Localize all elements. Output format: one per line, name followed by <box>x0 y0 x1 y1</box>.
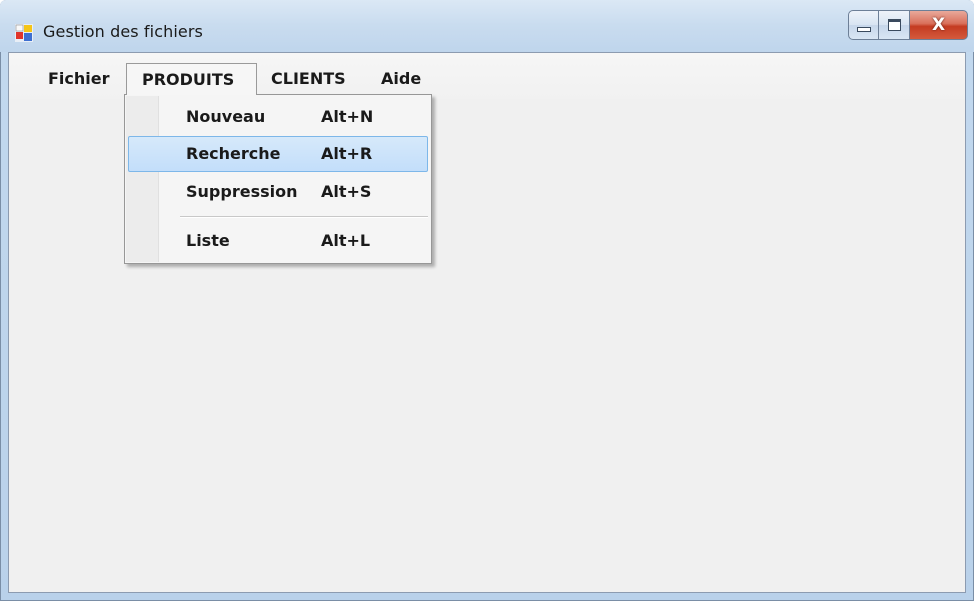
menu-item-shortcut: Alt+N <box>321 107 374 126</box>
close-icon: X <box>931 14 946 35</box>
menu-item-label: Nouveau <box>186 107 266 126</box>
maximize-button[interactable] <box>879 10 910 40</box>
menu-item-shortcut: Alt+R <box>321 144 373 163</box>
window-title: Gestion des fichiers <box>43 22 203 41</box>
minimize-icon <box>856 26 871 32</box>
maximize-icon <box>887 19 901 31</box>
menu-item-shortcut: Alt+L <box>321 231 371 250</box>
menu-item-label: Suppression <box>186 182 298 201</box>
application-window: Gestion des fichiers X Fichier PRODUITS … <box>0 0 974 601</box>
produits-dropdown-menu: Nouveau Alt+N Recherche Alt+R Suppressio… <box>124 94 432 264</box>
menu-item-recherche[interactable]: Recherche Alt+R <box>128 136 428 172</box>
menu-item-liste[interactable]: Liste Alt+L <box>128 223 428 259</box>
application-window-icon <box>15 24 33 42</box>
menu-item-label: Liste <box>186 231 230 250</box>
window-controls: X <box>848 10 968 40</box>
menu-item-shortcut: Alt+S <box>321 182 372 201</box>
close-button[interactable]: X <box>910 10 968 40</box>
minimize-button[interactable] <box>848 10 879 40</box>
menu-item-label: Recherche <box>186 144 281 163</box>
title-bar[interactable]: Gestion des fichiers X <box>0 0 974 52</box>
menu-aide[interactable]: Aide <box>373 63 429 95</box>
menu-item-nouveau[interactable]: Nouveau Alt+N <box>128 99 428 135</box>
menu-produits[interactable]: PRODUITS <box>126 63 257 95</box>
menu-bar: Fichier PRODUITS CLIENTS Aide <box>9 53 965 99</box>
menu-item-suppression[interactable]: Suppression Alt+S <box>128 174 428 210</box>
menu-separator <box>180 216 428 218</box>
menu-fichier[interactable]: Fichier <box>40 63 118 95</box>
menu-clients[interactable]: CLIENTS <box>263 63 354 95</box>
